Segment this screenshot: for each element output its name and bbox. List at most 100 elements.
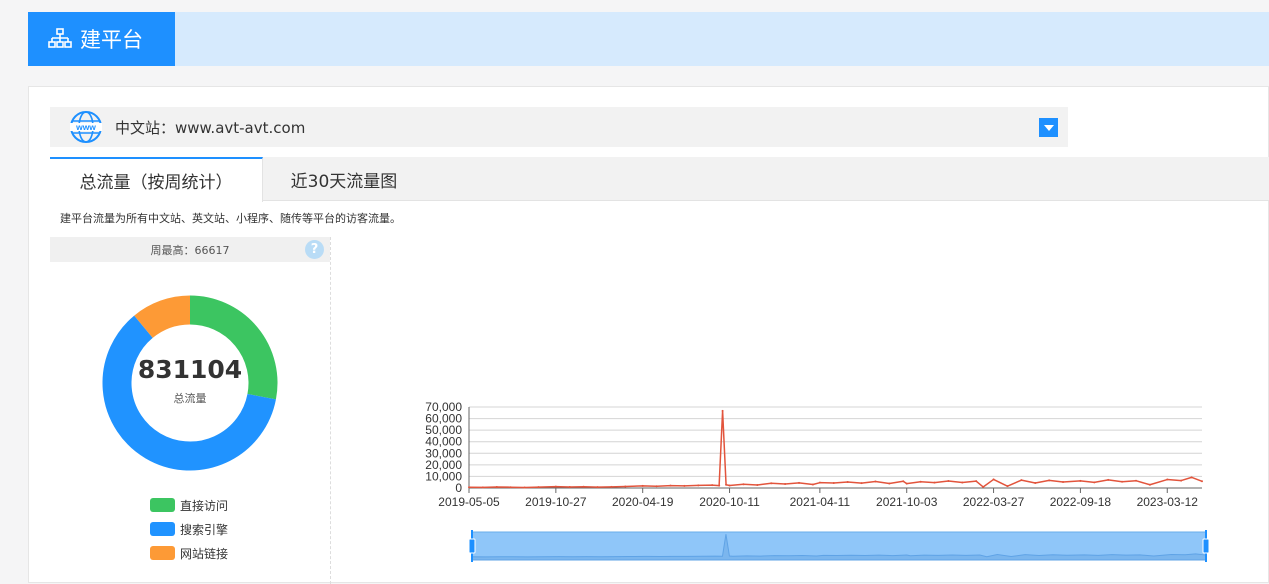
legend-label-search: 搜索引擎 (180, 522, 229, 537)
x-tick-label: 2019-05-05 (438, 495, 500, 509)
data-point[interactable] (697, 484, 700, 487)
data-point[interactable] (818, 481, 821, 484)
data-point[interactable] (624, 485, 627, 488)
donut-total-label: 总流量 (173, 391, 207, 405)
legend-swatch-links (150, 546, 175, 560)
x-tick-label: 2022-09-18 (1050, 495, 1112, 509)
donut-total-value: 831104 (137, 354, 243, 384)
zoom-handle-left[interactable] (468, 538, 476, 554)
www-globe-icon: www (70, 111, 102, 143)
data-point[interactable] (509, 486, 512, 489)
data-point[interactable] (1166, 478, 1169, 481)
data-point[interactable] (596, 486, 599, 489)
x-tick-label: 2021-04-11 (790, 495, 851, 509)
data-point[interactable] (1006, 485, 1009, 488)
data-point[interactable] (860, 482, 863, 485)
data-point[interactable] (641, 484, 644, 487)
data-point[interactable] (537, 486, 540, 489)
data-point[interactable] (568, 485, 571, 488)
data-point[interactable] (468, 486, 470, 489)
summary-panel: 周最高：66617 ? 831104 总流量 直接访问 搜索引擎 网站链接 (50, 237, 331, 584)
data-point[interactable] (725, 483, 728, 486)
weekly-traffic-line-chart: 010,00020,00030,00040,00050,00060,00070,… (425, 400, 1209, 562)
data-point[interactable] (770, 482, 773, 485)
platform-title-text: 建平台 (80, 28, 143, 52)
data-point[interactable] (1134, 479, 1137, 482)
data-point[interactable] (888, 482, 891, 485)
data-point[interactable] (846, 480, 849, 483)
data-point[interactable] (874, 480, 877, 483)
data-point[interactable] (1020, 479, 1023, 482)
donut-chart: 831104 总流量 (102, 295, 278, 471)
legend-item-links[interactable]: 网站链接 (150, 541, 228, 565)
x-tick-label: 2019-10-27 (525, 495, 587, 509)
data-point[interactable] (610, 485, 613, 488)
data-point[interactable] (1190, 476, 1193, 479)
data-point[interactable] (1079, 479, 1082, 482)
svg-text:www: www (75, 122, 96, 132)
weekly-peak-bar: 周最高：66617 ? (50, 237, 330, 262)
x-tick-label: 2022-03-27 (963, 495, 1025, 509)
data-point[interactable] (711, 484, 714, 487)
sitemap-icon (48, 28, 72, 48)
data-point[interactable] (582, 485, 585, 488)
data-point[interactable] (947, 480, 950, 483)
data-point[interactable] (756, 483, 759, 486)
data-point[interactable] (919, 480, 922, 483)
traffic-panel: www 中文站：www.avt-avt.com 总流量（按周统计） 近30天流量… (28, 86, 1269, 584)
legend-item-direct[interactable]: 直接访问 (150, 493, 228, 517)
data-point[interactable] (1062, 480, 1065, 483)
data-point[interactable] (975, 480, 978, 483)
data-point[interactable] (832, 482, 835, 485)
zoom-handle-right[interactable] (1202, 538, 1209, 554)
data-point[interactable] (721, 409, 724, 412)
site-selector-label: 中文站：www.avt-avt.com (115, 118, 306, 137)
legend-swatch-search (150, 522, 175, 536)
legend-label-direct: 直接访问 (180, 498, 229, 513)
site-selector[interactable]: www 中文站：www.avt-avt.com (50, 107, 1068, 147)
data-point[interactable] (655, 485, 658, 488)
data-point[interactable] (669, 484, 672, 487)
traffic-description: 建平台流量为所有中文站、英文站、小程序、随传等平台的访客流量。 (60, 212, 401, 225)
y-tick-label: 70,000 (425, 400, 462, 414)
data-point[interactable] (784, 482, 787, 485)
data-point[interactable] (1093, 481, 1096, 484)
data-point[interactable] (961, 481, 964, 484)
data-point[interactable] (718, 484, 721, 487)
data-point[interactable] (495, 485, 498, 488)
data-point[interactable] (1201, 480, 1203, 483)
data-point[interactable] (798, 481, 801, 484)
legend-swatch-direct (150, 498, 175, 512)
weekly-peak-text: 周最高：66617 (150, 243, 230, 257)
data-point[interactable] (1121, 480, 1124, 483)
data-point[interactable] (523, 486, 526, 489)
data-point[interactable] (1048, 479, 1051, 482)
data-point[interactable] (683, 484, 686, 487)
data-point[interactable] (992, 478, 995, 481)
data-point[interactable] (1107, 478, 1110, 481)
data-point[interactable] (811, 483, 814, 486)
data-point[interactable] (933, 481, 936, 484)
data-point[interactable] (902, 480, 905, 483)
data-point[interactable] (554, 485, 557, 488)
legend-label-links: 网站链接 (180, 546, 229, 561)
x-tick-label: 2020-04-19 (612, 495, 674, 509)
dropdown-arrow-icon[interactable] (1039, 118, 1058, 137)
data-point[interactable] (905, 482, 908, 485)
top-banner: 建平台 (28, 12, 1269, 66)
data-point[interactable] (1180, 479, 1183, 482)
data-point[interactable] (1148, 483, 1151, 486)
tab-total-traffic[interactable]: 总流量（按周统计） (50, 157, 263, 202)
donut-legend: 直接访问 搜索引擎 网站链接 (150, 493, 228, 565)
data-point[interactable] (742, 483, 745, 486)
data-point[interactable] (481, 486, 484, 489)
data-point[interactable] (982, 485, 985, 488)
help-icon[interactable]: ? (305, 240, 324, 259)
x-tick-label: 2021-10-03 (876, 495, 938, 509)
legend-item-search[interactable]: 搜索引擎 (150, 517, 228, 541)
data-point[interactable] (1034, 482, 1037, 485)
platform-title[interactable]: 建平台 (28, 12, 175, 66)
data-point[interactable] (728, 484, 731, 487)
tab-30-day-traffic[interactable]: 近30天流量图 (263, 157, 425, 201)
x-tick-label: 2020-10-11 (699, 495, 760, 509)
